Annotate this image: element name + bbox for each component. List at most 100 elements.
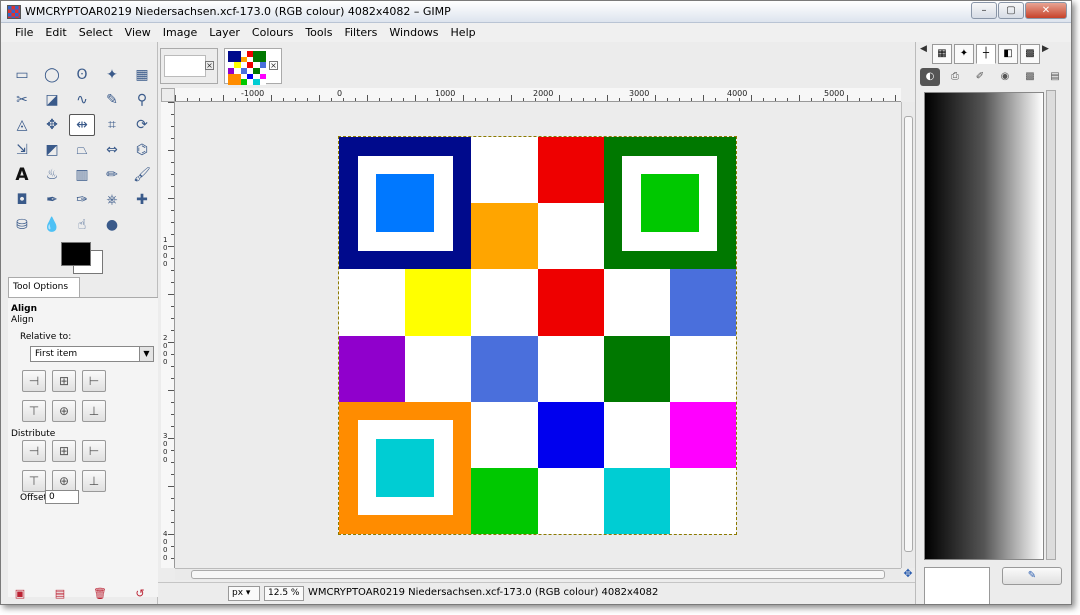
image-tab-2[interactable]: ×: [224, 48, 282, 85]
menu-view[interactable]: View: [119, 23, 157, 42]
blend-icon[interactable]: ▥: [69, 164, 95, 186]
images-icon[interactable]: ◐: [920, 68, 940, 86]
measure-icon[interactable]: ◬: [9, 114, 35, 136]
rotate-icon[interactable]: ⟳: [129, 114, 155, 136]
restore-options-icon[interactable]: ▤: [53, 587, 67, 601]
distribute-right-button[interactable]: ⊢: [82, 440, 106, 462]
close-button[interactable]: ✕: [1025, 2, 1067, 19]
close-icon[interactable]: ×: [269, 61, 278, 70]
image-tab-1[interactable]: ×: [160, 48, 218, 84]
zoom-icon[interactable]: ⚲: [129, 89, 155, 111]
minimize-button[interactable]: –: [971, 2, 997, 19]
fg-bg-colors[interactable]: [61, 242, 105, 274]
colour-picker-icon[interactable]: ✎: [99, 89, 125, 111]
scissors-icon[interactable]: ✂: [9, 89, 35, 111]
distribute-bottom-button[interactable]: ⊥: [82, 470, 106, 492]
cage-icon[interactable]: ⌬: [129, 139, 155, 161]
pattern-icon[interactable]: ▩: [1020, 68, 1040, 86]
tool-options-tab[interactable]: Tool Options: [8, 277, 80, 297]
flip-icon[interactable]: ⇔: [99, 139, 125, 161]
airbrush-icon[interactable]: ✒: [39, 189, 65, 211]
crop-icon[interactable]: ⌗: [99, 114, 125, 136]
eraser-icon[interactable]: ◘: [9, 189, 35, 211]
ruler-corner[interactable]: [161, 88, 175, 102]
scale-icon[interactable]: ⇲: [9, 139, 35, 161]
distribute-top-button[interactable]: ⊤: [22, 470, 46, 492]
distribute-center-button[interactable]: ⊞: [52, 440, 76, 462]
foreground-color-swatch[interactable]: [61, 242, 91, 266]
menu-select[interactable]: Select: [73, 23, 119, 42]
menu-edit[interactable]: Edit: [39, 23, 72, 42]
menu-windows[interactable]: Windows: [383, 23, 444, 42]
paths-icon[interactable]: ∿: [69, 89, 95, 111]
menu-filters[interactable]: Filters: [338, 23, 383, 42]
fuzzy-select-icon[interactable]: ✦: [99, 64, 125, 86]
align-right-button[interactable]: ⊢: [82, 370, 106, 392]
menu-layer[interactable]: Layer: [203, 23, 246, 42]
vertical-ruler[interactable]: 1000 2000 3000 4000: [161, 102, 175, 568]
gradient-preview[interactable]: [924, 92, 1044, 560]
document-icon[interactable]: ▤: [1045, 68, 1065, 86]
ellipse-select-icon[interactable]: ◯: [39, 64, 65, 86]
align-bottom-button[interactable]: ⊥: [82, 400, 106, 422]
menu-tools[interactable]: Tools: [299, 23, 338, 42]
zoom-select[interactable]: 12.5 %: [264, 586, 304, 601]
blur-icon[interactable]: 💧: [39, 214, 65, 236]
canvas-area[interactable]: [175, 102, 901, 568]
menu-help[interactable]: Help: [445, 23, 482, 42]
relative-to-select[interactable]: First item ▼: [30, 346, 154, 362]
heal-icon[interactable]: ✚: [129, 189, 155, 211]
horizontal-ruler[interactable]: -1000 0 1000 2000 3000 4000 5000: [175, 88, 901, 102]
distribute-left-button[interactable]: ⊣: [22, 440, 46, 462]
perspective-clone-icon[interactable]: ⛁: [9, 214, 35, 236]
clone-icon[interactable]: ⎈: [99, 189, 125, 211]
foreground-select-icon[interactable]: ◪: [39, 89, 65, 111]
align-icon[interactable]: ⇹: [69, 114, 95, 136]
ink-icon[interactable]: ✑: [69, 189, 95, 211]
edit-icon[interactable]: ✎: [1002, 567, 1062, 585]
align-middle-button[interactable]: ⊕: [52, 400, 76, 422]
free-select-icon[interactable]: ʘ: [69, 64, 95, 86]
align-left-button[interactable]: ⊣: [22, 370, 46, 392]
align-top-button[interactable]: ⊤: [22, 400, 46, 422]
perspective-icon[interactable]: ⏢: [69, 139, 95, 161]
navigate-icon[interactable]: ✥: [901, 568, 915, 580]
pencil-icon[interactable]: ✏: [99, 164, 125, 186]
rect-select-icon[interactable]: ▭: [9, 64, 35, 86]
by-colour-select-icon[interactable]: ▦: [129, 64, 155, 86]
gradient-icon[interactable]: ◧: [998, 44, 1018, 64]
offset-input[interactable]: 0: [45, 490, 79, 504]
delete-options-icon[interactable]: 🗑: [93, 587, 107, 601]
image-canvas[interactable]: [338, 136, 737, 535]
menu-image[interactable]: Image: [157, 23, 203, 42]
bucket-fill-icon[interactable]: ♨: [39, 164, 65, 186]
brush-icon[interactable]: ✦: [954, 44, 974, 64]
shear-icon[interactable]: ◩: [39, 139, 65, 161]
distribute-middle-button[interactable]: ⊕: [52, 470, 76, 492]
maximize-button[interactable]: ▢: [998, 2, 1024, 19]
menu-file[interactable]: File: [9, 23, 39, 42]
vertical-scrollbar-thumb[interactable]: [904, 116, 913, 552]
save-options-icon[interactable]: ▣: [13, 587, 27, 601]
align-center-button[interactable]: ⊞: [52, 370, 76, 392]
dock-preview-box[interactable]: [924, 567, 990, 604]
fonts-icon[interactable]: ┼: [976, 44, 996, 64]
text-icon[interactable]: A: [9, 164, 35, 186]
dodge-burn-icon[interactable]: ●: [99, 214, 125, 236]
reset-options-icon[interactable]: ↺: [133, 587, 147, 601]
patterns-icon[interactable]: ▦: [932, 44, 952, 64]
vertical-scrollbar[interactable]: [901, 102, 915, 568]
printer-icon[interactable]: ⎙: [945, 68, 965, 86]
chevron-right-icon[interactable]: ▶: [1042, 44, 1052, 64]
pen-icon[interactable]: ✐: [970, 68, 990, 86]
horizontal-scrollbar-thumb[interactable]: [191, 570, 885, 579]
paintbrush-icon[interactable]: 🖌: [129, 164, 155, 186]
chevron-left-icon[interactable]: ◀: [920, 44, 930, 64]
palette-icon[interactable]: ▩: [1020, 44, 1040, 64]
color-wheel-icon[interactable]: ◉: [995, 68, 1015, 86]
dock-scrollbar[interactable]: [1046, 90, 1056, 560]
menu-colours[interactable]: Colours: [246, 23, 299, 42]
close-icon[interactable]: ×: [205, 61, 214, 70]
move-icon[interactable]: ✥: [39, 114, 65, 136]
unit-select[interactable]: px ▾: [228, 586, 260, 601]
